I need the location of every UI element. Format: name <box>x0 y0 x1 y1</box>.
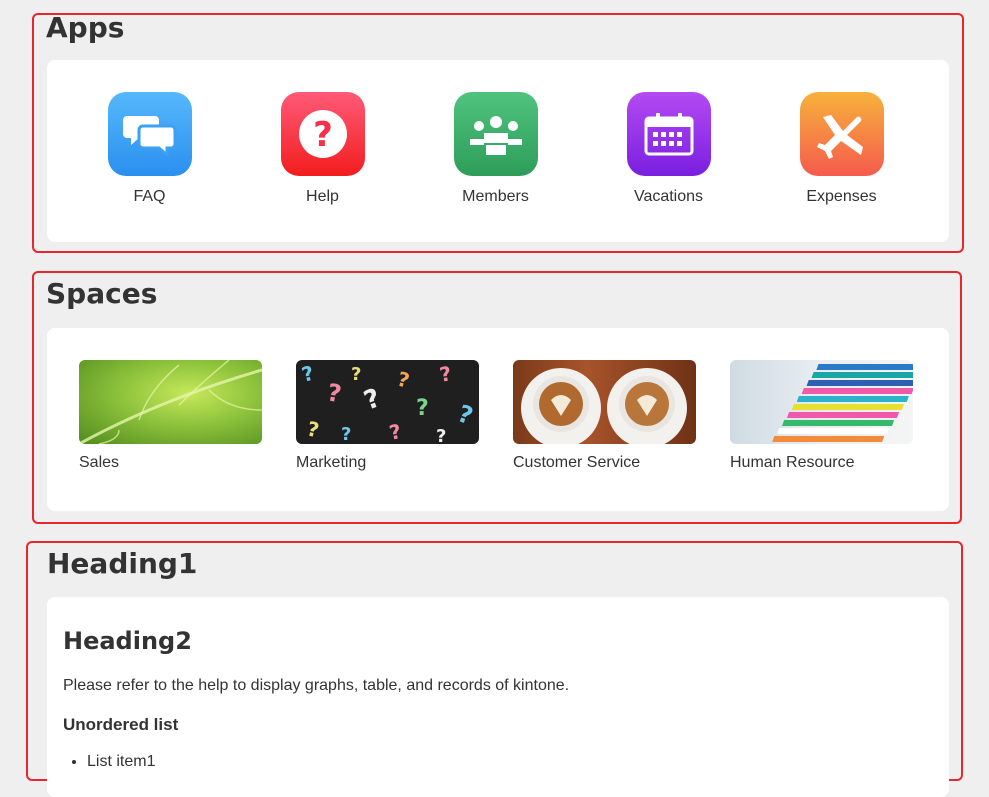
chat-bubbles-icon <box>107 92 192 176</box>
svg-text:?: ? <box>351 364 361 385</box>
help-paragraph: Please refer to the help to display grap… <box>63 677 570 694</box>
svg-text:?: ? <box>387 419 403 444</box>
app-label: Expenses <box>806 188 877 205</box>
svg-text:?: ? <box>416 396 429 421</box>
airplane-icon <box>799 92 884 176</box>
app-label: Help <box>306 188 339 205</box>
list-item: List item1 <box>87 753 155 771</box>
calendar-icon <box>626 92 711 176</box>
space-label: Sales <box>79 454 120 471</box>
question-mark-icon: ? <box>280 92 365 176</box>
spaces-grid: Sales ? ? ? ? ? ? ? ? ? ? ? ? Marketing … <box>79 360 913 472</box>
space-label: Human Resource <box>730 454 855 471</box>
heading2: Heading2 <box>63 627 192 655</box>
app-tile-expenses[interactable]: Expenses <box>755 92 928 206</box>
question-marks-chalkboard-image: ? ? ? ? ? ? ? ? ? ? ? ? <box>296 360 479 444</box>
svg-text:?: ? <box>436 426 446 444</box>
app-label: Members <box>462 188 529 205</box>
svg-text:?: ? <box>325 378 344 408</box>
apps-grid: FAQ ? Help Members Vacations Expenses <box>47 92 949 206</box>
green-leaf-image <box>79 360 262 444</box>
space-tile-customer-service[interactable]: Customer Service <box>513 360 696 472</box>
app-tile-members[interactable]: Members <box>409 92 582 206</box>
spaces-title: Spaces <box>46 277 158 310</box>
space-label: Marketing <box>296 454 367 471</box>
svg-text:?: ? <box>299 361 316 387</box>
space-tile-human-resource[interactable]: Human Resource <box>730 360 913 472</box>
content-section: Heading1 Heading2 Please refer to the he… <box>26 541 963 797</box>
spaces-section: Spaces Sales ? ? ? ? ? ? ? ? ? ? ? ? Mar… <box>32 271 962 524</box>
space-label: Customer Service <box>513 454 641 471</box>
apps-section: Apps FAQ ? Help Members Vacations Expens… <box>32 11 964 253</box>
svg-text:?: ? <box>438 361 454 387</box>
app-label: Vacations <box>633 188 704 205</box>
stacked-notebooks-image <box>730 360 913 444</box>
app-tile-faq[interactable]: FAQ <box>63 92 236 206</box>
app-label: FAQ <box>133 188 166 205</box>
people-group-icon <box>453 92 538 176</box>
svg-text:?: ? <box>454 399 477 430</box>
unordered-list: List item1 <box>63 753 155 771</box>
svg-text:?: ? <box>395 367 412 393</box>
app-tile-vacations[interactable]: Vacations <box>582 92 755 206</box>
heading1: Heading1 <box>47 547 198 580</box>
space-tile-sales[interactable]: Sales <box>79 360 262 472</box>
svg-text:?: ? <box>305 416 321 442</box>
coffee-cups-image <box>513 360 696 444</box>
content-card: Heading2 Please refer to the help to dis… <box>47 597 949 797</box>
svg-text:?: ? <box>313 115 333 155</box>
apps-card: FAQ ? Help Members Vacations Expenses <box>47 60 949 242</box>
unordered-list-title: Unordered list <box>63 715 179 734</box>
svg-text:?: ? <box>360 383 384 416</box>
apps-title: Apps <box>46 11 125 44</box>
spaces-card: Sales ? ? ? ? ? ? ? ? ? ? ? ? Marketing … <box>47 328 949 511</box>
svg-text:?: ? <box>341 424 351 444</box>
app-tile-help[interactable]: ? Help <box>236 92 409 206</box>
space-tile-marketing[interactable]: ? ? ? ? ? ? ? ? ? ? ? ? Marketing <box>296 360 479 472</box>
